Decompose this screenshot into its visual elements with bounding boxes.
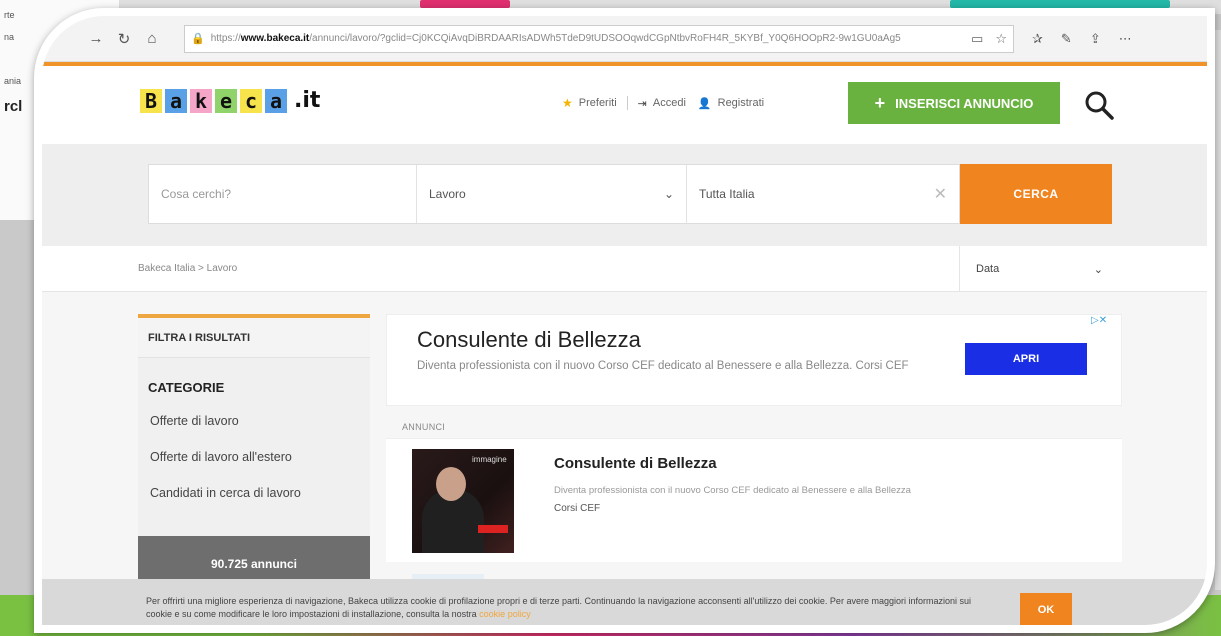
logo-suffix: .it [294, 88, 321, 113]
logo-letter: k [190, 88, 212, 113]
filter-sidebar: FILTRA I RISULTATI CATEGORIE Offerte di … [138, 314, 370, 614]
post-ad-button[interactable]: + INSERISCI ANNUNCIO [848, 82, 1060, 124]
divider [626, 96, 628, 110]
register-link[interactable]: Registrati [718, 97, 764, 109]
listings-label: ANNUNCI [402, 422, 446, 432]
cookie-ok-button[interactable]: OK [1020, 593, 1072, 625]
share-icon[interactable]: ⇪ [1090, 31, 1101, 47]
forward-icon[interactable]: → [82, 30, 110, 47]
logo-letter: a [265, 88, 287, 113]
cookie-banner: Per offrirti una migliore esperienza di … [42, 579, 1207, 625]
search-button[interactable]: CERCA [960, 164, 1112, 224]
logo-letter: a [165, 88, 187, 113]
lock-icon: 🔒 [191, 33, 205, 45]
ad-open-button[interactable]: APRI [965, 343, 1087, 375]
search-form: Cosa cerchi? Lavoro ⌄ Tutta Italia ✕ [148, 164, 960, 224]
logo-letter: e [215, 88, 237, 113]
cookie-text: Per offrirti una migliore esperienza di … [146, 595, 996, 621]
listing-description: Diventa professionista con il nuovo Cors… [554, 485, 911, 496]
cookie-policy-link[interactable]: cookie policy [479, 609, 531, 619]
address-bar[interactable]: 🔒 https:// www.bakeca.it /annunci/lavoro… [184, 24, 1014, 53]
url-domain: www.bakeca.it [240, 33, 310, 44]
post-ad-label: INSERISCI ANNUNCIO [895, 95, 1034, 111]
search-icon[interactable] [1084, 90, 1114, 120]
filter-title: FILTRA I RISULTATI [138, 318, 370, 358]
reading-view-icon[interactable]: ▭ [971, 31, 983, 47]
location-input[interactable]: Tutta Italia ✕ [687, 165, 959, 223]
listing-source: Corsi CEF [554, 503, 601, 514]
browser-toolbar: → ↻ ⌂ 🔒 https:// www.bakeca.it /annunci/… [42, 16, 1207, 62]
list-item[interactable]: immagine Consulente di Bellezza Diventa … [386, 438, 1122, 562]
person-head [436, 467, 466, 501]
listing-thumbnail[interactable]: immagine [412, 449, 514, 553]
more-icon[interactable]: ⋯ [1119, 31, 1132, 47]
url-prefix: https:// [210, 33, 241, 44]
chevron-down-icon: ⌄ [1093, 263, 1103, 276]
plus-icon: + [874, 92, 886, 113]
site-header: B a k e c a .it ★ Preferiti ⇥ Accedi 👤 R… [42, 66, 1207, 144]
categories-title: CATEGORIE [148, 380, 225, 395]
notes-icon[interactable]: ✎ [1061, 31, 1072, 47]
adchoices-icon[interactable]: ▷✕ [1091, 315, 1107, 326]
refresh-icon[interactable]: ↻ [110, 30, 138, 48]
listing-title[interactable]: Consulente di Bellezza [554, 455, 717, 472]
sort-value: Data [976, 263, 1000, 275]
thumbnail-band [478, 525, 508, 533]
cookie-message: Per offrirti una migliore esperienza di … [146, 596, 971, 619]
search-input[interactable]: Cosa cerchi? [149, 165, 417, 223]
category-item[interactable]: Offerte di lavoro [138, 407, 370, 443]
favorites-icon[interactable]: ✰ [1032, 31, 1043, 47]
logo-letter: B [140, 88, 162, 113]
location-value: Tutta Italia [699, 187, 755, 201]
background-tab [420, 0, 510, 8]
url-path: /annunci/lavoro/?gclid=Cj0KCQiAvqDiBRDAA… [309, 33, 901, 44]
category-item[interactable]: Candidati in cerca di lavoro [138, 479, 370, 515]
star-icon: ★ [562, 96, 573, 110]
background-scrollbar [1215, 30, 1221, 590]
clear-icon[interactable]: ✕ [934, 184, 947, 204]
home-icon[interactable]: ⌂ [138, 30, 166, 47]
thumbnail-badge: immagine [472, 455, 507, 464]
login-link[interactable]: Accedi [653, 97, 686, 109]
register-icon: 👤 [697, 97, 712, 110]
breadcrumb-row: Bakeca Italia > Lavoro Data ⌄ [42, 246, 1207, 292]
ad-description: Diventa professionista con il nuovo Cors… [417, 360, 909, 372]
search-band: Cosa cerchi? Lavoro ⌄ Tutta Italia ✕ CER… [42, 144, 1207, 246]
bakeca-logo[interactable]: B a k e c a .it [140, 88, 320, 113]
sponsored-ad[interactable]: Consulente di Bellezza Diventa professio… [386, 314, 1122, 406]
screenshot-frame: → ↻ ⌂ 🔒 https:// www.bakeca.it /annunci/… [34, 8, 1215, 633]
breadcrumb[interactable]: Bakeca Italia > Lavoro [138, 263, 237, 274]
sort-select[interactable]: Data ⌄ [959, 246, 1119, 292]
ad-title[interactable]: Consulente di Bellezza [417, 327, 641, 353]
chevron-down-icon: ⌄ [663, 187, 674, 201]
favorite-star-icon[interactable]: ☆ [995, 31, 1007, 47]
login-icon: ⇥ [637, 97, 647, 110]
background-tab [950, 0, 1170, 8]
category-item[interactable]: Offerte di lavoro all'estero [138, 443, 370, 479]
category-select[interactable]: Lavoro ⌄ [417, 165, 687, 223]
logo-letter: c [240, 88, 262, 113]
category-value: Lavoro [429, 187, 466, 201]
header-links: ★ Preferiti ⇥ Accedi 👤 Registrati [562, 96, 764, 110]
favorites-link[interactable]: Preferiti [579, 97, 617, 109]
